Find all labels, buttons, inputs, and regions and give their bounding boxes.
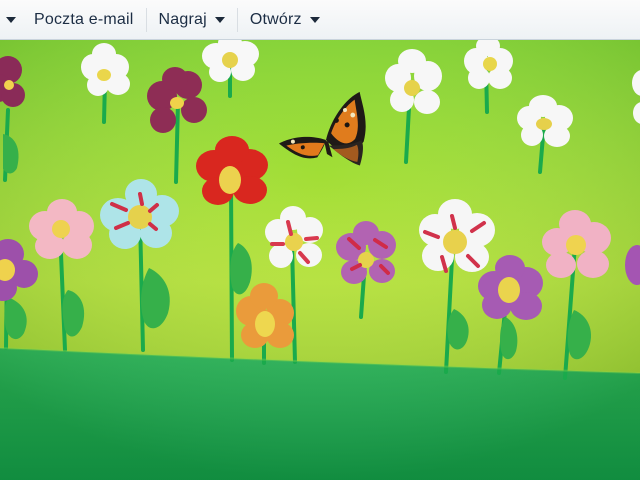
chevron-down-icon: [214, 17, 225, 23]
toolbar-separator: [145, 7, 147, 32]
photo-preview: [0, 40, 640, 480]
nagraj-menu[interactable]: Nagraj: [153, 5, 231, 35]
flower-picture: [0, 40, 640, 480]
toolbar: Poczta e-mail Nagraj Otwórz: [0, 0, 640, 40]
email-button-label: Poczta e-mail: [34, 10, 134, 28]
chevron-down-icon: [309, 17, 320, 23]
toolbar-separator: [236, 7, 238, 32]
chevron-down-icon[interactable]: [6, 17, 16, 23]
nagraj-menu-label: Nagraj: [158, 10, 207, 28]
open-menu[interactable]: Otwórz: [244, 5, 326, 35]
email-button[interactable]: Poczta e-mail: [28, 5, 140, 35]
screen: Poczta e-mail Nagraj Otwórz: [0, 0, 640, 480]
open-menu-label: Otwórz: [249, 10, 302, 28]
